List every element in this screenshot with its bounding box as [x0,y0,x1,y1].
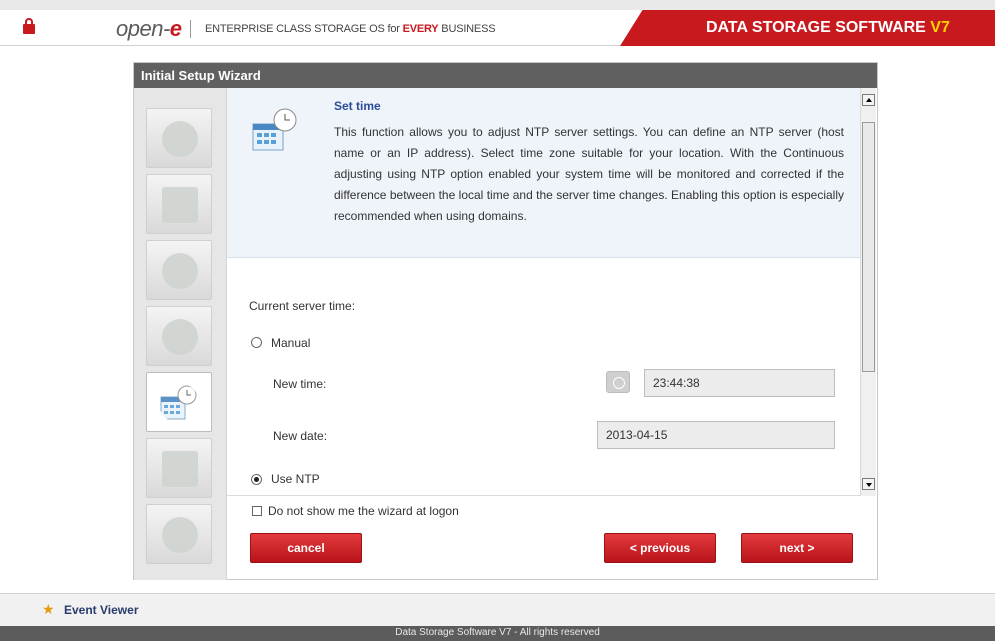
cancel-button[interactable]: cancel [250,533,362,563]
current-server-time-label: Current server time: [249,299,356,313]
lock-icon[interactable] [23,18,35,34]
step-globe[interactable] [146,108,212,168]
step-network[interactable] [146,240,212,300]
monitor-lock-icon [162,187,198,223]
disk-icon [162,319,198,355]
scrollbar-thumb[interactable] [862,122,875,372]
info-title: Set time [334,99,381,113]
monitor-icon [162,451,198,487]
globe-icon [162,121,198,157]
step-disk[interactable] [146,306,212,366]
wizard-steps-rail [134,88,227,580]
wizard-title: Initial Setup Wizard [141,68,261,83]
brand-title: DATA STORAGE SOFTWARE V7 [706,19,950,36]
step-security[interactable] [146,174,212,234]
app-header: open-e ENTERPRISE CLASS STORAGE OS for E… [0,10,995,46]
dont-show-wizard-label[interactable]: Do not show me the wizard at logon [268,504,459,518]
manual-label[interactable]: Manual [271,336,310,350]
scroll-down-icon[interactable] [862,478,875,490]
step-info[interactable] [146,504,212,564]
event-viewer-link[interactable]: Event Viewer [64,603,138,617]
network-icon [162,253,198,289]
manual-radio[interactable] [251,337,262,348]
tagline: ENTERPRISE CLASS STORAGE OS for EVERY BU… [205,23,496,35]
header-divider [190,20,191,38]
setup-wizard-dialog: Initial Setup Wizard Set time This funct… [133,62,878,580]
dont-show-wizard-checkbox[interactable] [252,506,262,516]
content-scrollbar[interactable] [860,88,876,496]
copyright-text: Data Storage Software V7 - All rights re… [395,627,600,638]
use-ntp-radio[interactable] [251,474,262,485]
new-date-field[interactable]: 2013-04-15 [597,421,835,449]
use-ntp-label[interactable]: Use NTP [271,472,320,486]
calendar-clock-icon [160,385,197,420]
star-icon: ★ [42,601,55,617]
bottom-toolbar: ★ Event Viewer [0,593,995,626]
top-strip [0,0,995,10]
wizard-content: Set time This function allows you to adj… [227,88,876,496]
info-panel: Set time This function allows you to adj… [227,88,860,258]
new-time-field[interactable]: 23:44:38 [644,369,835,397]
info-description: This function allows you to adjust NTP s… [334,125,844,223]
next-button[interactable]: next > [741,533,853,563]
step-monitor[interactable] [146,438,212,498]
calendar-clock-icon [252,108,297,151]
new-time-label: New time: [273,377,327,391]
previous-button[interactable]: < previous [604,533,716,563]
info-icon [162,517,198,553]
clock-icon[interactable] [606,371,630,393]
open-e-logo: open-e [116,16,182,41]
step-set-time[interactable] [146,372,212,432]
scroll-up-icon[interactable] [862,94,875,106]
wizard-title-bar: Initial Setup Wizard [134,63,877,88]
footer-bar: Data Storage Software V7 - All rights re… [0,626,995,641]
new-date-label: New date: [273,429,328,443]
